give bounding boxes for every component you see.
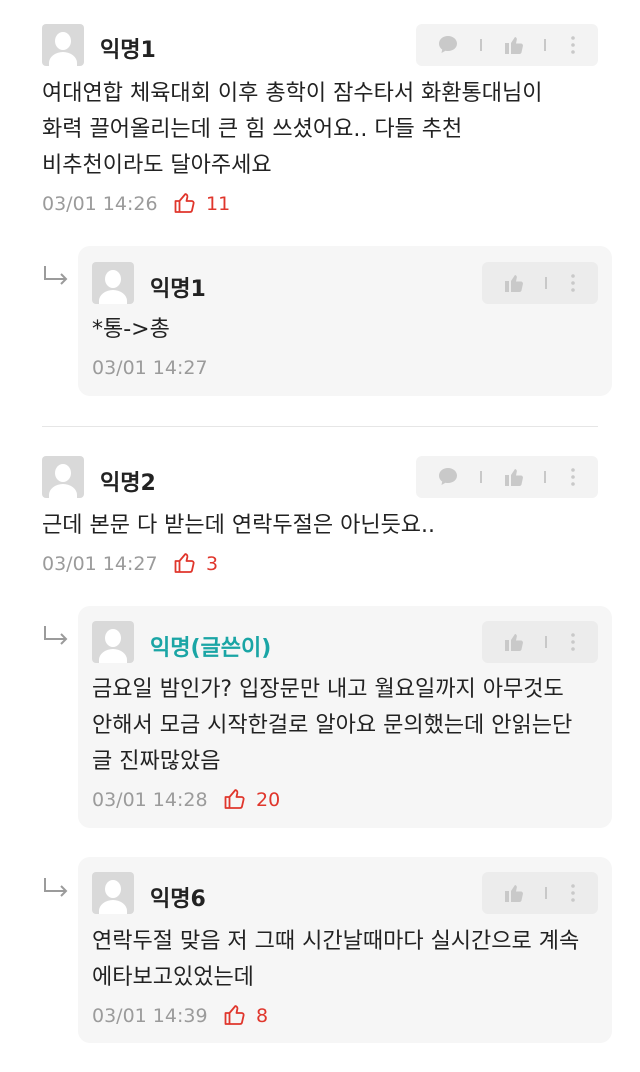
comment-text: 근데 본문 다 받는데 연락두절은 아닌듯요.. bbox=[42, 513, 436, 538]
nickname: 익명6 bbox=[150, 887, 206, 912]
comment-time: 03/01 14:39 bbox=[92, 1005, 208, 1027]
like-count: 11 bbox=[206, 193, 231, 215]
reply-arrow-icon bbox=[42, 876, 70, 898]
thumbs-up-icon[interactable] bbox=[502, 630, 526, 654]
thumbs-up-icon bbox=[223, 1003, 247, 1027]
speech-bubble-icon[interactable] bbox=[436, 465, 460, 489]
vertical-dots-icon[interactable] bbox=[561, 630, 585, 654]
comment-time: 03/01 14:27 bbox=[92, 357, 208, 379]
comment-text: 금요일 밤인가? 입장문만 내고 월요일까지 아무것도 안해서 모금 시작한걸로… bbox=[92, 677, 573, 774]
thumbs-up-icon bbox=[223, 787, 247, 811]
reply-arrow-icon bbox=[42, 624, 70, 646]
avatar bbox=[92, 621, 134, 663]
comment-actions bbox=[482, 621, 598, 663]
comment-actions bbox=[482, 262, 598, 304]
thumbs-up-icon[interactable] bbox=[502, 881, 526, 905]
nickname-writer: 익명(글쓴이) bbox=[150, 636, 272, 661]
thumbs-up-icon[interactable] bbox=[502, 271, 526, 295]
vertical-dots-icon[interactable] bbox=[561, 881, 585, 905]
divider bbox=[545, 887, 547, 899]
like-count: 3 bbox=[206, 553, 219, 575]
divider bbox=[545, 636, 547, 648]
divider bbox=[42, 426, 598, 427]
divider bbox=[544, 471, 546, 483]
comment-actions bbox=[416, 24, 598, 66]
thumbs-up-icon[interactable] bbox=[502, 465, 526, 489]
comment-time: 03/01 14:28 bbox=[92, 789, 208, 811]
nickname: 익명1 bbox=[100, 38, 156, 63]
thumbs-up-icon bbox=[173, 191, 197, 215]
speech-bubble-icon[interactable] bbox=[436, 33, 460, 57]
divider bbox=[544, 39, 546, 51]
comment-text: *통->총 bbox=[92, 317, 170, 342]
avatar bbox=[42, 24, 84, 66]
comment-time: 03/01 14:27 bbox=[42, 553, 158, 575]
like-count: 20 bbox=[256, 789, 281, 811]
vertical-dots-icon[interactable] bbox=[561, 271, 585, 295]
divider bbox=[480, 39, 482, 51]
divider bbox=[545, 277, 547, 289]
avatar bbox=[92, 262, 134, 304]
vertical-dots-icon[interactable] bbox=[561, 33, 585, 57]
thumbs-up-icon[interactable] bbox=[502, 33, 526, 57]
vertical-dots-icon[interactable] bbox=[561, 465, 585, 489]
comment-time: 03/01 14:26 bbox=[42, 193, 158, 215]
nickname: 익명2 bbox=[100, 471, 156, 496]
reply-arrow-icon bbox=[42, 264, 70, 286]
like-count: 8 bbox=[256, 1005, 269, 1027]
nickname: 익명1 bbox=[150, 277, 206, 302]
comment-text: 연락두절 맞음 저 그때 시간날때마다 실시간으로 계속 에타보고있었는데 bbox=[92, 929, 580, 990]
avatar bbox=[92, 872, 134, 914]
thumbs-up-icon bbox=[173, 551, 197, 575]
comment-actions bbox=[482, 872, 598, 914]
avatar bbox=[42, 456, 84, 498]
comment-actions bbox=[416, 456, 598, 498]
comment-text: 여대연합 체육대회 이후 총학이 잠수타서 화환통대님이 화력 끌어올리는데 큰… bbox=[42, 81, 543, 178]
divider bbox=[480, 471, 482, 483]
